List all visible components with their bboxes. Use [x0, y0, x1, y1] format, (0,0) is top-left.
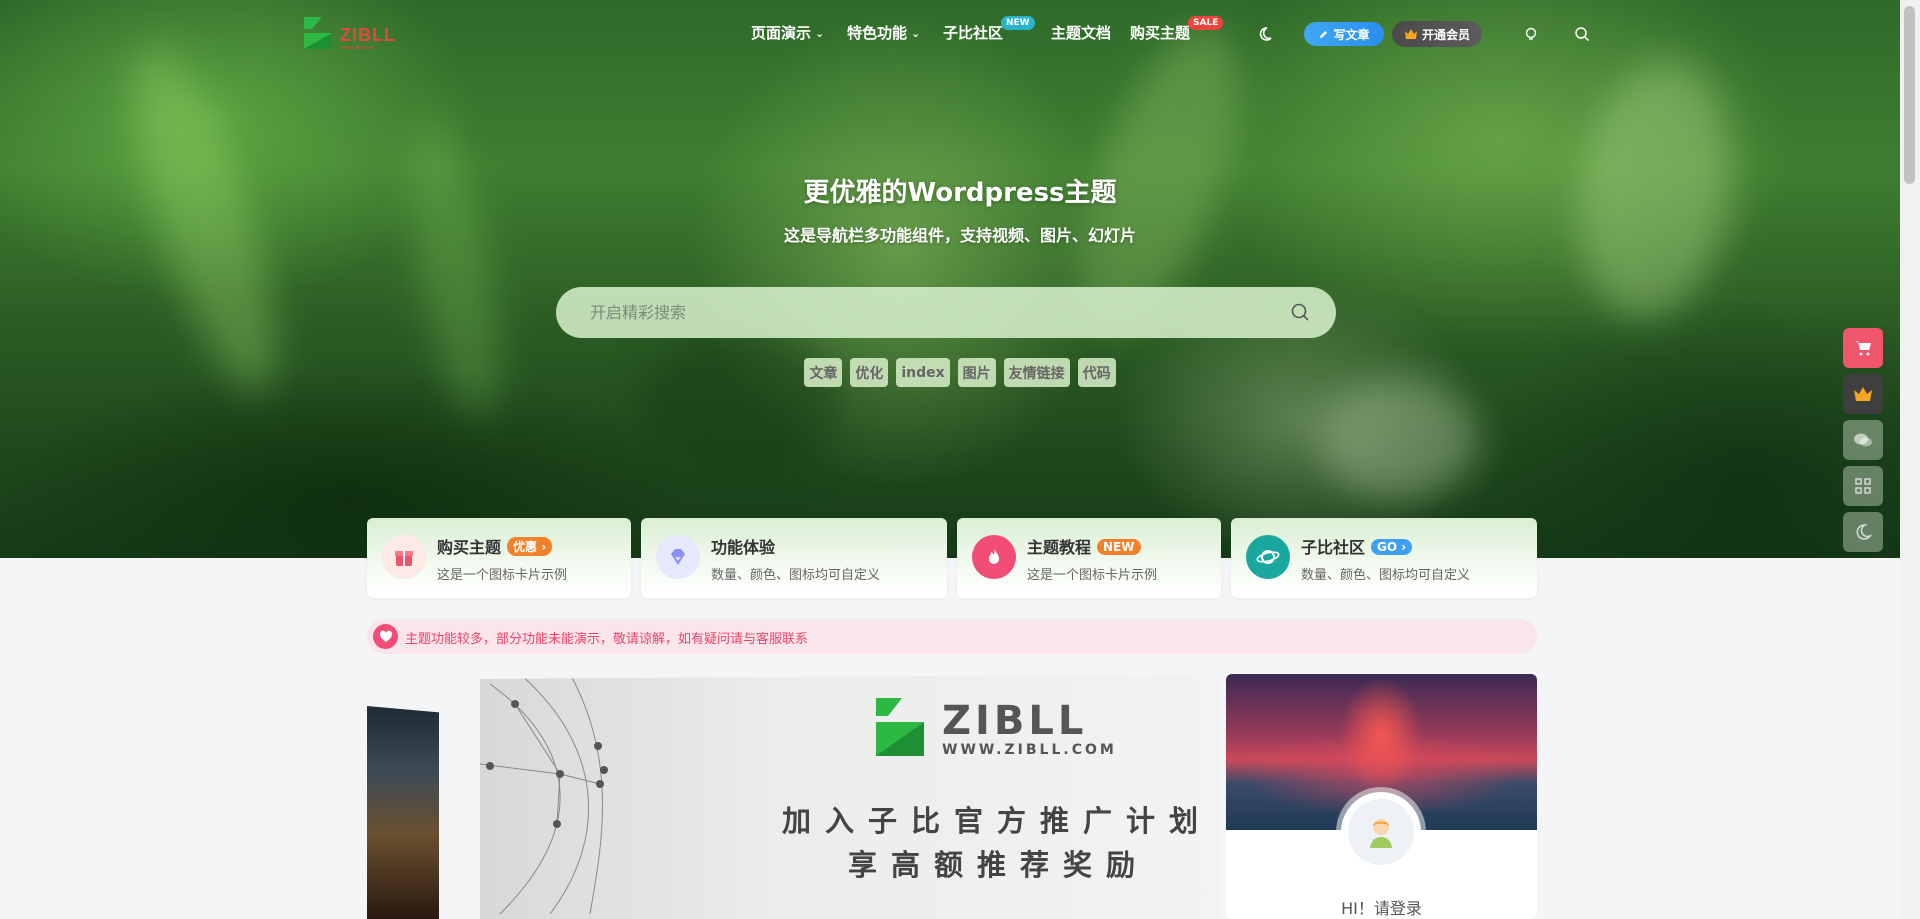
moon-icon[interactable] [1254, 23, 1276, 45]
gift-icon [382, 535, 426, 579]
planet-icon [1246, 535, 1290, 579]
moon-icon [1856, 524, 1872, 540]
search-tag[interactable]: 代码 [1077, 358, 1116, 387]
scrollbar[interactable] [1900, 0, 1920, 919]
pencil-icon [1320, 30, 1328, 38]
card-badge: 优惠 › [507, 537, 553, 556]
card-badge-text: 优惠 [513, 540, 538, 554]
qrcode-icon [1855, 478, 1871, 494]
card-tutorial[interactable]: 主题教程 NEW 这是一个图标卡片示例 [957, 518, 1221, 598]
search-tag[interactable]: 图片 [957, 358, 996, 387]
slide-image-prev[interactable] [367, 706, 439, 919]
card-buy-theme[interactable]: 购买主题 优惠 › 这是一个图标卡片示例 [367, 518, 631, 598]
slide-line1: 加入子比官方推广计划 [782, 804, 1213, 838]
scrollbar-thumb[interactable] [1904, 6, 1915, 184]
new-badge: NEW [1001, 16, 1035, 30]
site-logo[interactable]: ZIBLL www.zibll.com [302, 15, 422, 53]
card-desc: 这是一个图标卡片示例 [437, 568, 568, 583]
card-badge: GO › [1371, 539, 1413, 555]
nav-label: 购买主题 [1130, 24, 1191, 42]
chevron-down-icon: ⌄ [911, 27, 921, 40]
search-input[interactable] [590, 287, 1270, 338]
crown-icon [1404, 29, 1417, 39]
search-tags: 文章 优化 index 图片 友情链接 代码 [0, 358, 1920, 387]
nav-label: 子比社区 [943, 24, 1004, 42]
theme-toggle-button[interactable] [1843, 512, 1883, 552]
crown-icon [1854, 387, 1872, 401]
search-tag[interactable]: 优化 [850, 358, 889, 387]
hero-search [556, 287, 1336, 338]
nav-community[interactable]: 子比社区 NEW [943, 16, 1035, 43]
sale-badge: SALE [1188, 16, 1224, 30]
card-title-text: 主题教程 [1027, 538, 1092, 557]
card-badge-text: GO [1377, 540, 1398, 554]
card-title: 功能体验 [711, 538, 776, 557]
search-tag[interactable]: index [896, 358, 950, 387]
fire-icon [972, 535, 1016, 579]
diamond-icon [656, 535, 700, 579]
nav-docs[interactable]: 主题文档 [1051, 22, 1111, 43]
card-desc: 数量、颜色、图标均可自定义 [711, 568, 881, 583]
nav-label: 特色功能 [847, 24, 908, 42]
wechat-icon [1854, 433, 1872, 447]
user-panel: HI！请登录 [1226, 674, 1537, 919]
write-article-button[interactable]: 写文章 [1304, 22, 1384, 46]
card-community[interactable]: 子比社区 GO › 数量、颜色、图标均可自定义 [1231, 518, 1537, 598]
card-features[interactable]: 功能体验 数量、颜色、图标均可自定义 [641, 518, 947, 598]
heart-icon [373, 624, 398, 649]
card-title-text: 购买主题 [437, 538, 502, 557]
card-title: 主题教程 NEW [1027, 534, 1141, 558]
slide-line2: 享高额推荐奖励 [848, 848, 1150, 882]
card-desc: 这是一个图标卡片示例 [1027, 568, 1158, 583]
svg-text:www.zibll.com: www.zibll.com [342, 45, 373, 51]
search-icon[interactable] [1571, 23, 1593, 45]
network-graphic-icon [480, 674, 608, 914]
bulb-icon[interactable] [1520, 23, 1542, 45]
open-vip-button[interactable]: 开通会员 [1392, 21, 1482, 47]
notice-bar: 主题功能较多，部分功能未能演示，敬请谅解，如有疑问请与客服联系 [367, 619, 1537, 654]
card-title: 购买主题 优惠 › [437, 534, 553, 558]
avatar[interactable] [1341, 792, 1421, 872]
hero-title: 更优雅的Wordpress主题 [803, 178, 1117, 208]
chevron-down-icon: ⌄ [815, 27, 825, 40]
card-title: 子比社区 GO › [1301, 534, 1413, 558]
hero-subtitle: 这是导航栏多功能组件，支持视频、图片、幻灯片 [783, 226, 1136, 245]
hero-banner [0, 0, 1920, 558]
card-title-text: 子比社区 [1301, 538, 1366, 557]
vip-label: 开通会员 [1421, 27, 1470, 42]
svg-text:ZIBLL: ZIBLL [340, 25, 396, 45]
qrcode-button[interactable] [1843, 466, 1883, 506]
search-tag[interactable]: 文章 [804, 358, 843, 387]
cart-icon [1855, 341, 1871, 356]
zibll-logo-icon: ZIBLL www.zibll.com [304, 17, 396, 51]
search-tag[interactable]: 友情链接 [1003, 358, 1070, 387]
nav-buy[interactable]: 购买主题 SALE [1130, 16, 1224, 43]
write-label: 写文章 [1333, 27, 1370, 42]
nav-label: 页面演示 [751, 24, 812, 42]
cart-button[interactable] [1843, 328, 1883, 368]
slide-image-main[interactable]: ZIBLL WWW.ZIBLL.COM 加入子比官方推广计划 享高额推荐奖励 [480, 674, 1220, 919]
slide-site: WWW.ZIBLL.COM [942, 742, 1117, 758]
card-badge: NEW [1097, 539, 1141, 555]
search-icon[interactable] [1290, 302, 1310, 326]
nav-page-demo[interactable]: 页面演示 ⌄ [751, 22, 824, 43]
avatar-icon [1370, 819, 1392, 848]
vip-float-button[interactable] [1843, 374, 1883, 414]
wechat-button[interactable] [1843, 420, 1883, 460]
nav-label: 主题文档 [1051, 24, 1112, 42]
card-desc: 数量、颜色、图标均可自定义 [1301, 568, 1471, 583]
login-greeting[interactable]: HI！请登录 [1226, 895, 1537, 919]
nav-features[interactable]: 特色功能 ⌄ [847, 22, 920, 43]
slide-logo-text: ZIBLL [942, 698, 1088, 744]
site-header: ZIBLL www.zibll.com 页面演示 ⌄ 特色功能 ⌄ 子比社区 NEW… [0, 0, 1900, 68]
notice-text: 主题功能较多，部分功能未能演示，敬请谅解，如有疑问请与客服联系 [405, 632, 809, 647]
